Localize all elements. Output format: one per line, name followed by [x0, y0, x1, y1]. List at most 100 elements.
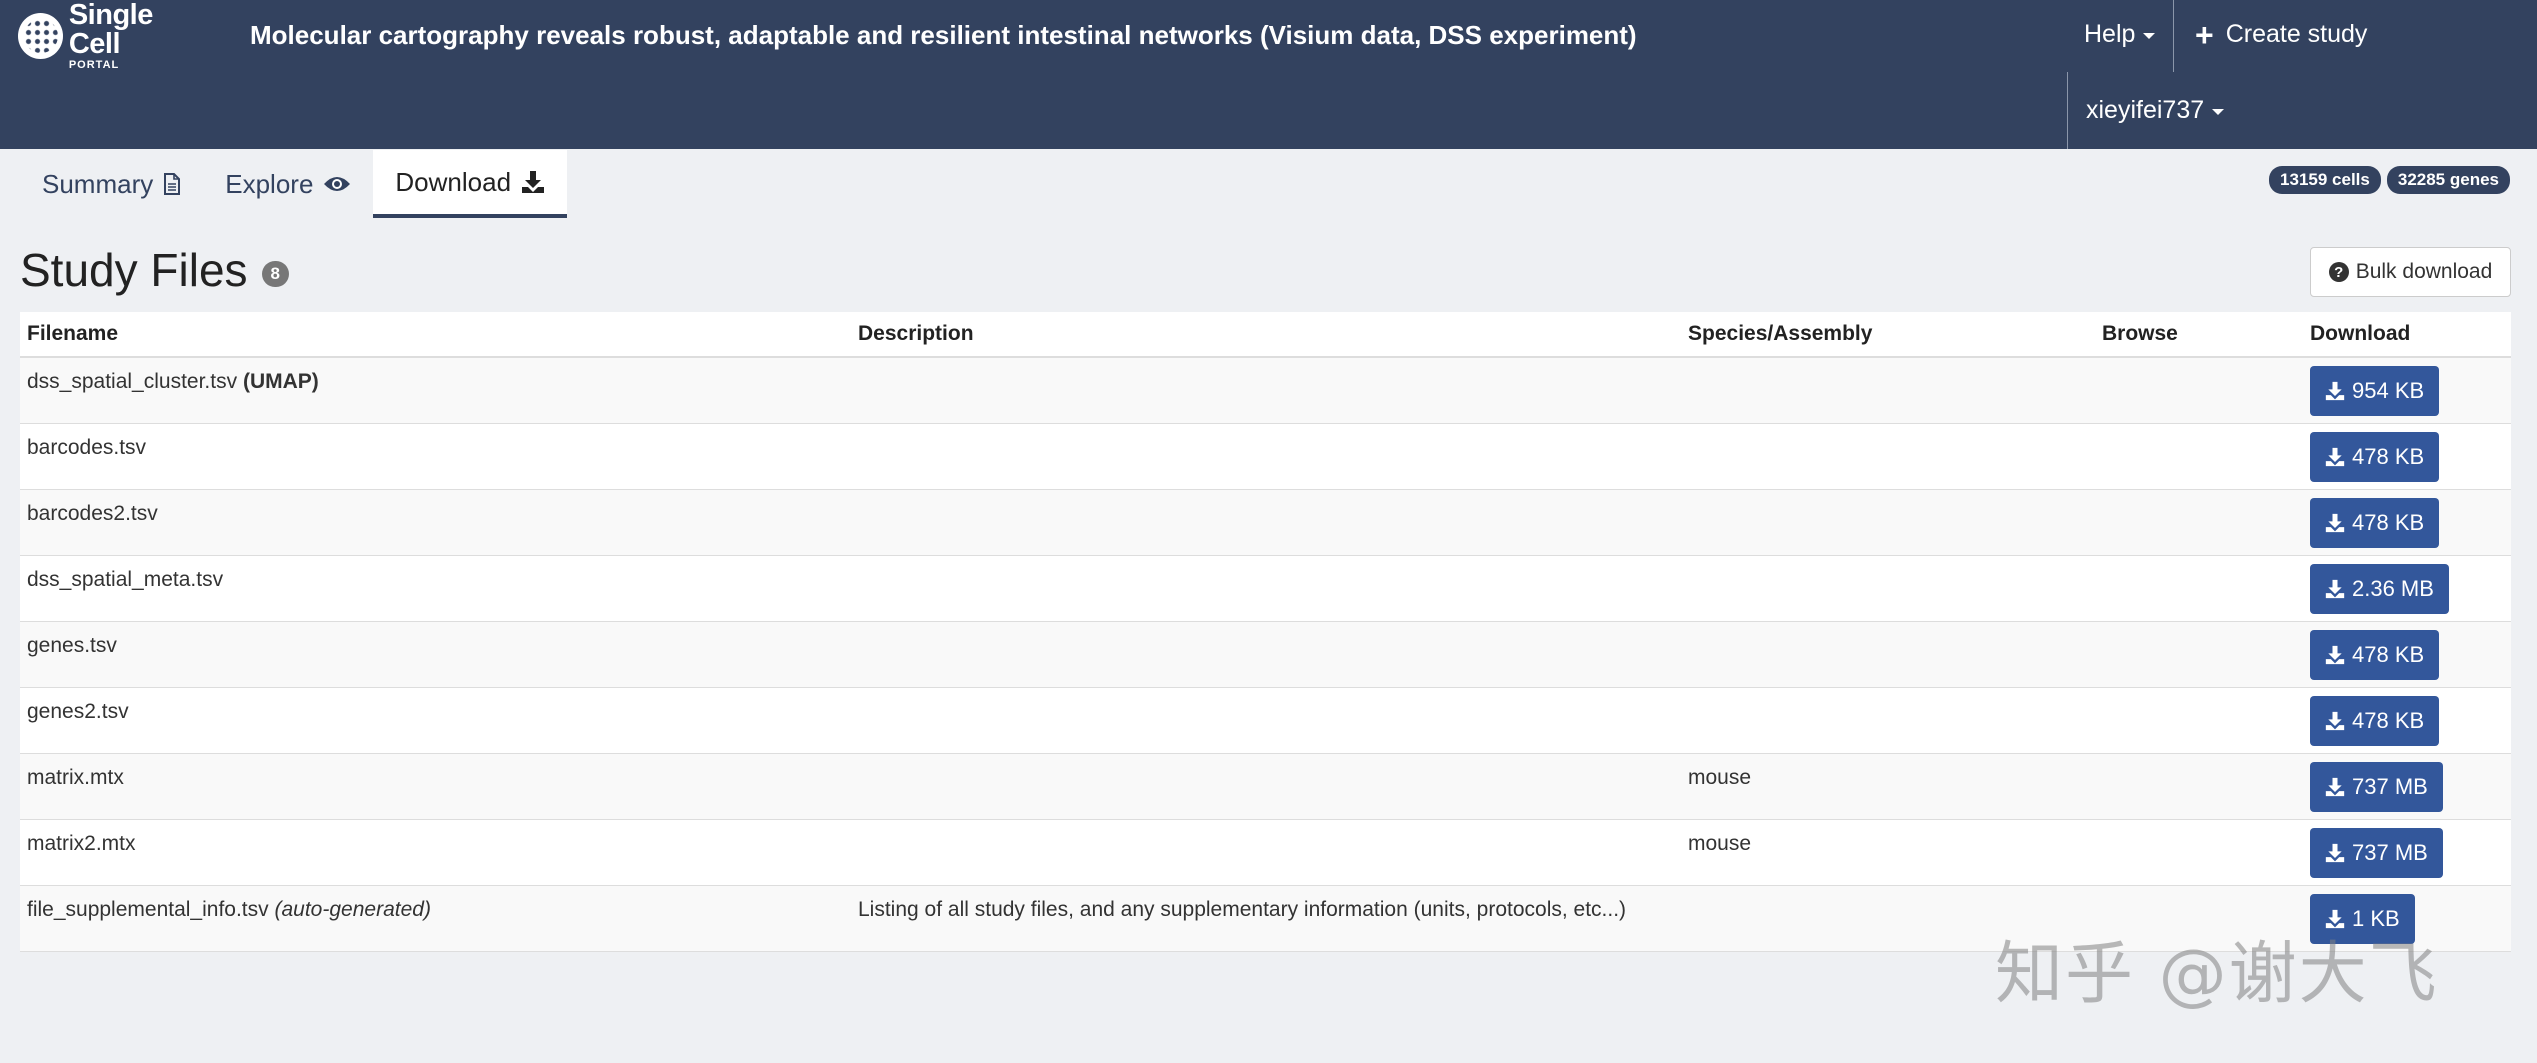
- cells-count-badge: 13159 cells: [2269, 166, 2381, 194]
- download-file-button[interactable]: 478 KB: [2310, 432, 2440, 482]
- download-icon: [2325, 447, 2345, 467]
- logo-subtitle: PORTAL: [68, 59, 120, 71]
- filename: barcodes2.tsv: [27, 502, 158, 525]
- study-tabs: Summary Explore Download: [20, 150, 568, 218]
- download-file-button[interactable]: 737 MB: [2310, 762, 2443, 812]
- filename-cell: genes.tsv: [27, 634, 117, 658]
- file-count-badge: 8: [261, 261, 289, 287]
- user-menu[interactable]: xieyifei737: [2086, 96, 2225, 125]
- file-size: 478 KB: [2352, 708, 2425, 733]
- filename-cell: matrix2.mtx: [27, 832, 136, 856]
- bulk-download-label: Bulk download: [2355, 260, 2493, 283]
- header-filename: Filename: [27, 322, 119, 345]
- caret-down-icon: [2143, 33, 2156, 39]
- genes-count-badge: 32285 genes: [2386, 166, 2510, 194]
- download-file-button[interactable]: 737 MB: [2310, 828, 2443, 878]
- filename: matrix.mtx: [27, 766, 124, 789]
- file-size: 2.36 MB: [2352, 576, 2434, 601]
- filename: matrix2.mtx: [27, 832, 136, 855]
- filename-cell: matrix.mtx: [27, 766, 124, 790]
- description-cell: Listing of all study files, and any supp…: [858, 898, 1627, 921]
- table-row: barcodes.tsv 478 KB: [20, 424, 2511, 490]
- filename-cell: file_supplemental_info.tsv (auto-generat…: [27, 898, 431, 922]
- file-icon: [164, 173, 181, 195]
- caret-down-icon: [2212, 109, 2225, 115]
- question-circle-icon: ?: [2328, 262, 2349, 282]
- filename: dss_spatial_meta.tsv: [27, 568, 224, 591]
- download-icon: [2325, 381, 2345, 401]
- table-row: genes2.tsv 478 KB: [20, 688, 2511, 754]
- download-icon: [2325, 579, 2345, 599]
- download-icon: [522, 171, 545, 193]
- eye-icon: [324, 177, 351, 191]
- file-size: 478 KB: [2352, 444, 2425, 469]
- logo-title: Single Cell: [68, 0, 154, 60]
- tab-download-label: Download: [395, 166, 512, 197]
- table-body: dss_spatial_cluster.tsv (UMAP) 954 KB ba…: [20, 358, 2511, 952]
- download-icon: [2325, 711, 2345, 731]
- create-study-button[interactable]: + Create study: [2195, 16, 2368, 53]
- table-row: matrix2.mtx mouse 737 MB: [20, 820, 2511, 886]
- page-title: Study Files 8: [20, 243, 289, 297]
- tab-explore[interactable]: Explore: [203, 150, 373, 218]
- download-icon: [2325, 777, 2345, 797]
- filename-cell: barcodes2.tsv: [27, 502, 158, 526]
- logo-icon: [18, 13, 63, 59]
- table-header: Filename Description Species/Assembly Br…: [20, 312, 2511, 358]
- file-size: 954 KB: [2352, 378, 2425, 403]
- file-size: 737 MB: [2352, 840, 2428, 865]
- download-icon: [2325, 843, 2345, 863]
- file-size: 737 MB: [2352, 774, 2428, 799]
- filename: genes2.tsv: [27, 700, 129, 723]
- download-icon: [2325, 513, 2345, 533]
- file-tag: (UMAP): [242, 370, 319, 393]
- watermark: 知乎 @谢大飞: [1995, 935, 2439, 1014]
- table-row: dss_spatial_cluster.tsv (UMAP) 954 KB: [20, 358, 2511, 424]
- study-title: Molecular cartography reveals robust, ad…: [250, 20, 1637, 50]
- filename: dss_spatial_cluster.tsv: [27, 370, 238, 393]
- user-label: xieyifei737: [2086, 96, 2205, 124]
- table-row: dss_spatial_meta.tsv 2.36 MB: [20, 556, 2511, 622]
- tab-explore-label: Explore: [225, 168, 314, 199]
- auto-generated-note: (auto-generated): [274, 898, 431, 921]
- filename-cell: genes2.tsv: [27, 700, 129, 724]
- tab-download[interactable]: Download: [373, 150, 568, 218]
- download-file-button[interactable]: 478 KB: [2310, 498, 2440, 548]
- table-row: barcodes2.tsv 478 KB: [20, 490, 2511, 556]
- top-navbar: Single Cell PORTAL Molecular cartography…: [0, 0, 2537, 149]
- header-species: Species/Assembly: [1688, 322, 1873, 345]
- species-cell: mouse: [1688, 832, 1752, 855]
- filename-cell: dss_spatial_cluster.tsv (UMAP): [27, 370, 319, 394]
- header-download: Download: [2310, 322, 2411, 345]
- species-cell: mouse: [1688, 766, 1752, 789]
- download-file-button[interactable]: 478 KB: [2310, 630, 2440, 680]
- download-icon: [2325, 645, 2345, 665]
- filename-cell: barcodes.tsv: [27, 436, 146, 460]
- header-description: Description: [858, 322, 974, 345]
- help-label: Help: [2084, 20, 2136, 48]
- filename-cell: dss_spatial_meta.tsv: [27, 568, 223, 592]
- tab-summary-label: Summary: [42, 168, 154, 199]
- bulk-download-button[interactable]: ? Bulk download: [2310, 247, 2511, 297]
- plus-icon: +: [2195, 16, 2214, 53]
- help-menu[interactable]: Help: [2084, 20, 2156, 49]
- file-size: 478 KB: [2352, 642, 2425, 667]
- header-browse: Browse: [2102, 322, 2178, 345]
- table-row: matrix.mtx mouse 737 MB: [20, 754, 2511, 820]
- filename: barcodes.tsv: [27, 436, 147, 459]
- filename: file_supplemental_info.tsv: [27, 898, 269, 921]
- tab-summary[interactable]: Summary: [20, 150, 203, 218]
- filename: genes.tsv: [27, 634, 117, 657]
- file-size: 478 KB: [2352, 510, 2425, 535]
- study-stats: 13159 cells 32285 genes: [2269, 166, 2510, 194]
- table-row: genes.tsv 478 KB: [20, 622, 2511, 688]
- study-files-table: Filename Description Species/Assembly Br…: [20, 312, 2511, 952]
- download-file-button[interactable]: 478 KB: [2310, 696, 2440, 746]
- nav-divider: [2067, 72, 2068, 149]
- download-file-button[interactable]: 2.36 MB: [2310, 564, 2449, 614]
- nav-divider: [2173, 0, 2174, 72]
- portal-logo[interactable]: Single Cell PORTAL: [18, 1, 208, 71]
- study-files-heading: Study Files: [20, 244, 248, 296]
- create-study-label: Create study: [2225, 20, 2368, 48]
- download-file-button[interactable]: 954 KB: [2310, 366, 2440, 416]
